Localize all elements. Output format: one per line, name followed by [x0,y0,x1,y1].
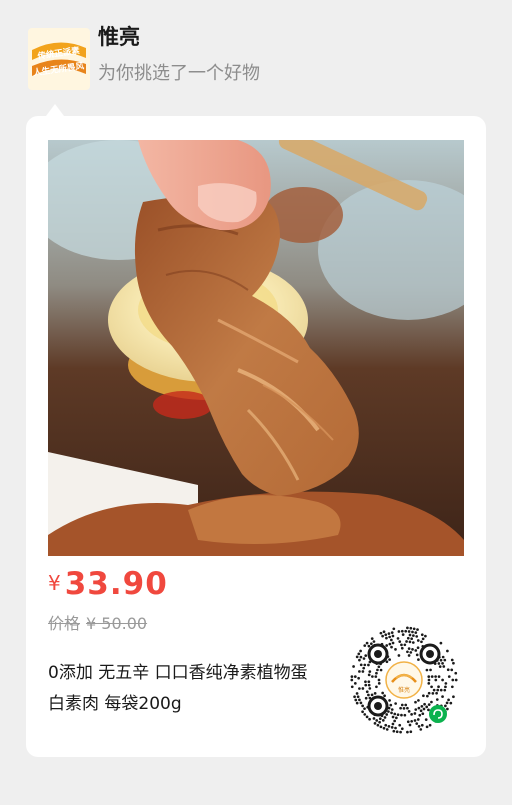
price-value: 33.90 [64,566,168,602]
bubble-tail [46,104,64,116]
product-image[interactable] [48,140,464,556]
currency-symbol: ¥ [48,571,61,595]
share-subtitle: 为你挑选了一个好物 [98,63,260,84]
mini-program-badge-icon [429,705,447,723]
shop-avatar[interactable]: 传统正派素 人生无所畏风 [28,28,90,90]
mini-program-code[interactable]: 惟亮 [348,624,460,736]
share-header: 传统正派素 人生无所畏风 惟亮 为你挑选了一个好物 [0,0,512,120]
product-title[interactable]: 0添加 无五辛 口口香纯净素植物蛋白素肉 每袋200g [48,658,318,720]
shop-name[interactable]: 惟亮 [98,22,140,52]
shop-logo-icon: 传统正派素 人生无所畏风 [28,28,90,90]
price: ¥33.90 [48,566,168,610]
product-photo [48,140,464,556]
original-price-value: ¥ 50.00 [86,614,148,633]
original-price: 价格 ¥ 50.00 [48,612,147,636]
qr-code-icon: 惟亮 [350,626,458,734]
original-price-label: 价格 [48,614,81,633]
product-card[interactable]: ¥33.90 价格 ¥ 50.00 0添加 无五辛 口口香纯净素植物蛋白素肉 每袋… [26,116,486,757]
qr-center-label: 惟亮 [398,686,410,694]
